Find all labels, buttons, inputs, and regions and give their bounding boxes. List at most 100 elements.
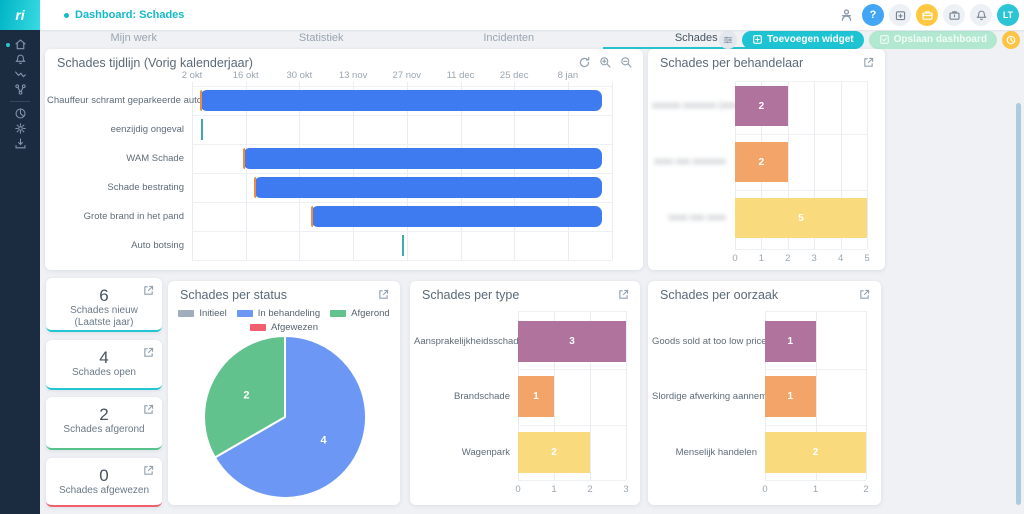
kpi-card-schades-nieuw-laatste-jaar: 6Schades nieuw (Laatste jaar) <box>46 278 162 332</box>
x-tick-label: 30 okt <box>286 70 312 81</box>
x-tick-label: 8 jan <box>558 70 579 81</box>
bar-slordige-afwerking-aannemer[interactable]: 1 <box>765 376 816 417</box>
gantt-row-label: Auto botsing <box>47 231 184 260</box>
bar-xxxx-xxx-xxxxxxx[interactable]: 2 <box>735 142 788 182</box>
kpi-card-schades-afgewezen: 0Schades afgewezen <box>46 458 162 507</box>
legend-swatch <box>237 310 253 317</box>
gantt-row-label: Grote brand in het pand <box>47 202 184 231</box>
gridline <box>192 82 193 260</box>
notifications-bell-button[interactable] <box>970 4 992 26</box>
gantt-row-label: Schade bestrating <box>47 173 184 202</box>
bar-category-label: Menselijk handelen <box>652 432 757 473</box>
bar-category-label: Goods sold at too low prices <box>652 321 757 362</box>
bar-xxxx-xxx-xxxx[interactable]: 5 <box>735 198 867 238</box>
x-tick-label: 5 <box>864 253 869 264</box>
sidebar-item-activity[interactable] <box>0 67 40 82</box>
help-button[interactable]: ? <box>862 4 884 26</box>
x-tick-label: 16 okt <box>233 70 259 81</box>
add-widget-button[interactable]: Toevoegen widget <box>742 31 864 49</box>
kpi-label: Schades open <box>52 367 156 379</box>
save-dashboard-button[interactable]: Opslaan dashboard <box>869 31 997 49</box>
sidebar-item-reports[interactable] <box>0 106 40 121</box>
bar-goods-sold-at-too-low-prices[interactable]: 1 <box>765 321 816 362</box>
app-logo[interactable]: ri <box>0 0 40 30</box>
gantt-bar-schade-bestrating[interactable] <box>254 177 602 198</box>
gridline <box>518 311 626 312</box>
bar-xxxxxx-xxxxxxx-xxxx[interactable]: 2 <box>735 86 788 126</box>
toolbox-button[interactable] <box>943 4 965 26</box>
bar-wagenpark[interactable]: 2 <box>518 432 590 473</box>
bar-aansprakelijkheidsschade[interactable]: 3 <box>518 321 626 362</box>
briefcase-button[interactable] <box>916 4 938 26</box>
add-widget-label: Toevoegen widget <box>767 34 854 45</box>
gridline <box>867 81 868 249</box>
bar-chart-type: 0123Aansprakelijkheidsschade3Brandschade… <box>410 281 640 505</box>
gantt-milestone-eenzijdig-ongeval[interactable] <box>201 119 203 140</box>
tab-incidenten[interactable]: Incidenten <box>415 30 603 49</box>
accessibility-person-icon[interactable] <box>835 4 857 26</box>
pie-chart-icon <box>14 107 27 120</box>
bar-start-cap <box>311 206 313 227</box>
calendar-add-button[interactable] <box>889 4 911 26</box>
pie-chart-status: InitieelIn behandelingAfgerondAfgewezen4… <box>168 281 400 505</box>
legend-item-afgerond[interactable]: Afgerond <box>330 308 390 319</box>
sidebar-item-workflow[interactable] <box>0 82 40 97</box>
gridline <box>765 311 866 312</box>
legend-item-in-behandeling[interactable]: In behandeling <box>237 308 320 319</box>
sidebar-item-alerts[interactable] <box>0 52 40 67</box>
widget-schades-per-status: Schades per status InitieelIn behandelin… <box>168 281 400 505</box>
gridline <box>735 134 867 135</box>
user-avatar[interactable]: LT <box>997 4 1019 26</box>
bar-menselijk-handelen[interactable]: 2 <box>765 432 866 473</box>
gantt-bar-wam-schade[interactable] <box>243 148 602 169</box>
gridline <box>192 202 612 203</box>
tab-actions: Toevoegen widget Opslaan dashboard <box>719 30 1020 49</box>
check-square-icon <box>879 34 890 45</box>
kpi-value: 4 <box>46 348 162 368</box>
x-tick-label: 13 nov <box>339 70 368 81</box>
gridline <box>765 369 866 370</box>
x-tick-label: 1 <box>759 253 764 264</box>
gridline <box>518 369 626 370</box>
bar-start-cap <box>254 177 256 198</box>
breadcrumb[interactable]: Dashboard: Schades <box>64 0 184 30</box>
tab-statistiek[interactable]: Statistiek <box>228 30 416 49</box>
gridline <box>192 144 612 145</box>
dashboard-filter-button[interactable] <box>719 31 737 49</box>
legend-item-initieel[interactable]: Initieel <box>178 308 226 319</box>
legend-swatch <box>178 310 194 317</box>
breadcrumb-label: Dashboard: Schades <box>75 9 184 21</box>
gridline <box>518 480 626 481</box>
bar-brandschade[interactable]: 1 <box>518 376 554 417</box>
gantt-milestone-auto-botsing[interactable] <box>402 235 404 256</box>
sidebar-nav <box>0 30 40 514</box>
gridline <box>192 260 612 261</box>
sidebar-item-settings[interactable] <box>0 121 40 136</box>
pie-legend: InitieelIn behandelingAfgerondAfgewezen <box>168 308 400 333</box>
sidebar-item-import[interactable] <box>0 136 40 151</box>
widget-schades-tijdlijn: Schades tijdlijn (Vorig kalenderjaar) 2 … <box>45 49 643 270</box>
bar-value-label: 2 <box>759 101 765 112</box>
tab-mijn-werk[interactable]: Mijn werk <box>40 30 228 49</box>
bar-chart-oorzaak: 012Goods sold at too low prices1Slordige… <box>648 281 881 505</box>
gridline <box>192 86 612 87</box>
legend-label: In behandeling <box>258 308 320 319</box>
bar-category-label: Brandschade <box>414 376 510 417</box>
x-tick-label: 11 dec <box>447 70 475 81</box>
legend-label: Afgerond <box>351 308 390 319</box>
gantt-bar-grote-brand-in-het-pand[interactable] <box>311 206 602 227</box>
kpi-value: 6 <box>46 286 162 306</box>
bar-value-label: 2 <box>813 447 819 458</box>
history-button[interactable] <box>1002 31 1020 49</box>
kpi-value: 2 <box>46 405 162 425</box>
pie-value-label: 2 <box>243 390 249 402</box>
gridline <box>735 190 867 191</box>
x-tick-label: 2 okt <box>182 70 203 81</box>
gridline <box>612 82 613 260</box>
bar-category-label: Wagenpark <box>414 432 510 473</box>
gantt-bar-chauffeur-schramt-geparkeerde-auto[interactable] <box>200 90 602 111</box>
legend-label: Initieel <box>199 308 226 319</box>
sidebar-item-home[interactable] <box>0 37 40 52</box>
vertical-scrollbar-thumb[interactable] <box>1016 103 1021 505</box>
gridline <box>735 81 867 82</box>
